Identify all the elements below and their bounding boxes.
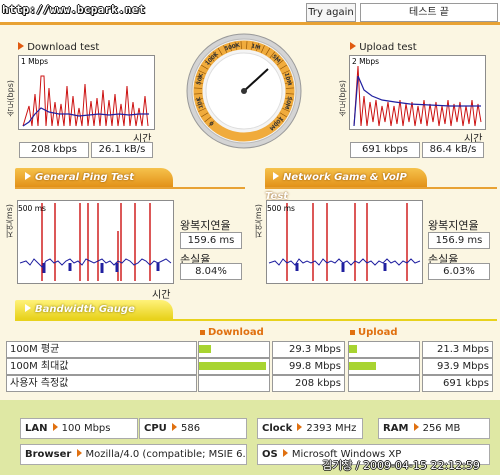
bw-upload-header: Upload [350,327,397,338]
gauge-dial: 010K50K100K500K 1M5M10M50M100M [186,33,302,149]
bw-download-value: 29.3 Mbps [272,341,345,358]
bw-download-header: Download [200,327,264,338]
bw-upload-value: 691 kbps [422,375,493,392]
bw-download-bar-cell [198,341,270,358]
cpu-info: CPU 586 [139,418,247,439]
upload-kbps: 691 kbps [350,142,420,158]
bw-download-bar [199,362,267,370]
browser-info: Browser Mozilla/4.0 (compatible; MSIE 6.… [20,444,247,465]
site-url: http://www.bcpark.net [2,3,146,16]
download-kBs: 26.1 kB/s [91,142,153,158]
lan-value: 100 Mbps [61,423,111,434]
ping-loss-value: 8.04% [180,263,242,280]
os-label: OS [262,449,278,460]
bw-download-bar-cell [198,358,270,375]
square-bullet-icon [200,330,205,335]
arrow-icon [52,423,58,431]
browser-value: Mozilla/4.0 (compatible; MSIE 6.0 [85,449,247,460]
download-graph-svg [22,75,149,127]
ram-info: RAM 256 MB [378,418,490,439]
game-rtt-label: 왕복지연율 [428,219,479,232]
bw-row-label: 100M 평균 [6,341,197,358]
upload-graph-svg [353,65,482,127]
browser-label: Browser [25,449,72,460]
ping-rtt-label: 왕복지연율 [180,219,231,232]
bandwidth-tab-line [15,319,497,321]
try-again-button[interactable]: Try again [306,3,356,22]
bw-download-bar-cell [198,375,270,392]
arrow-icon [76,449,82,457]
bw-upload-bar-cell [348,375,420,392]
ping-tab-label: General Ping Test [35,172,135,183]
arrow-icon [282,449,288,457]
timestamp-stamp: 김기창 / 2009-04-15 22:12:59 [322,459,480,472]
play-icon [273,172,279,180]
game-test-tab[interactable]: Network Game & VoIP Test [265,168,427,202]
bw-upload-bar [349,362,377,370]
game-scale: 500 ms [267,204,295,213]
clock-label: Clock [262,423,293,434]
bw-upload-bar-cell [348,358,420,375]
bandwidth-tab-label: Bandwidth Gauge [35,304,135,315]
speed-gauge: 0 10K 50K 100K 500K 1M 5M 10M 50M 100M [185,32,303,150]
upload-title: Upload test [359,42,417,53]
ping-xlabel: 시간 [152,290,171,301]
arrow-icon [413,423,419,431]
bw-row-label: 100M 최대값 [6,358,197,375]
status-field: 테스트 끝 [360,3,498,22]
upload-graph [349,55,486,130]
clock-info: Clock 2393 MHz [257,418,363,439]
ping-ylabel: 지연(ms) [5,204,14,239]
play-icon [25,304,31,312]
bandwidth-gauge-tab[interactable]: Bandwidth Gauge [15,300,173,319]
bw-download-value: 99.8 Mbps [272,358,345,375]
arrow-icon [171,423,177,431]
bw-upload-bar-cell [348,341,420,358]
download-graph [18,55,155,130]
upload-kBs: 86.4 kB/s [422,142,484,158]
ping-graph-svg [19,203,172,281]
download-ylabel: 속도(bps) [6,80,15,117]
ping-test-tab[interactable]: General Ping Test [15,168,173,187]
game-rtt-value: 156.9 ms [428,232,490,249]
upload-ylabel: 속도(bps) [338,80,347,117]
bw-upload-bar [349,345,358,353]
bw-upload-header-label: Upload [358,327,398,338]
cpu-value: 586 [180,423,201,434]
game-loss-value: 6.03% [428,263,490,280]
bw-upload-value: 93.9 Mbps [422,358,493,375]
download-title: Download test [27,42,100,53]
game-tab-line [265,187,497,189]
ram-label: RAM [383,423,409,434]
upload-section-header: Upload test [350,42,417,53]
game-ylabel: 지연(ms) [254,204,263,239]
download-kbps: 208 kbps [19,142,89,158]
arrow-icon [297,423,303,431]
ping-rtt-value: 159.6 ms [180,232,242,249]
upload-scale: 2 Mbps [352,57,380,66]
download-section-header: Download test [18,42,99,53]
ping-scale: 500 ms [18,204,46,213]
ping-tab-line [15,187,245,189]
bw-row-label: 사용자 측정값 [6,375,197,392]
download-scale: 1 Mbps [21,57,49,66]
square-bullet-icon [350,330,355,335]
bullet-icon [18,42,24,50]
ram-value: 256 MB [422,423,461,434]
clock-value: 2393 MHz [306,423,357,434]
lan-info: LAN 100 Mbps [20,418,138,439]
play-icon [25,172,31,180]
gauge-hub [241,88,247,94]
bw-upload-value: 21.3 Mbps [422,341,493,358]
game-graph-svg [268,203,421,281]
bw-download-bar [199,345,211,353]
bullet-icon [350,42,356,50]
lan-label: LAN [25,423,48,434]
bw-download-header-label: Download [208,327,264,338]
cpu-label: CPU [144,423,167,434]
bw-download-value: 208 kbps [272,375,345,392]
